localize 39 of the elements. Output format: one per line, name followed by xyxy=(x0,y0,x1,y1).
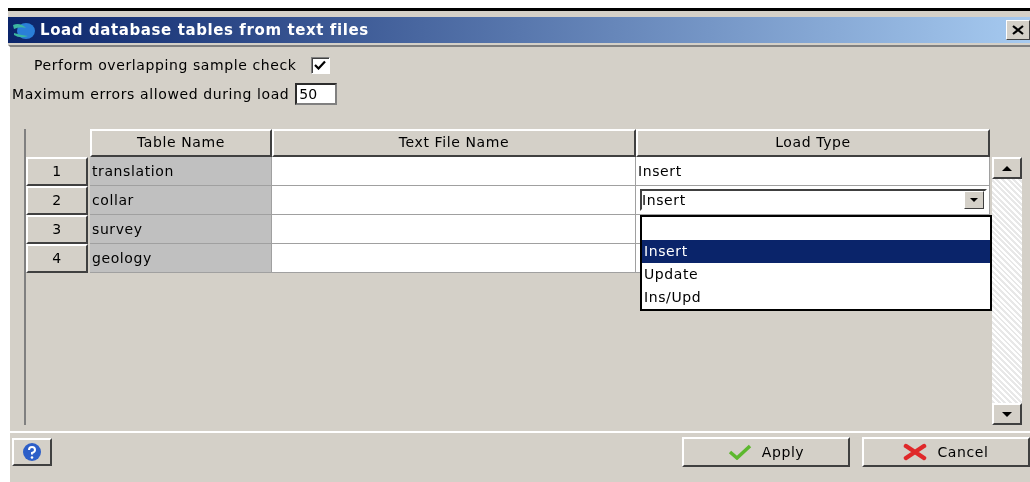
load-type-dropdown[interactable]: Insert xyxy=(640,189,987,211)
globe-icon xyxy=(12,20,36,40)
cancel-button[interactable]: Cancel xyxy=(862,437,1030,467)
table-cell[interactable]: Insert xyxy=(636,157,990,186)
table-cell[interactable] xyxy=(272,157,636,186)
help-button[interactable] xyxy=(12,438,52,466)
table-cell: collar xyxy=(90,186,272,215)
checkbox[interactable] xyxy=(310,56,330,74)
scroll-down-button[interactable] xyxy=(992,403,1022,425)
down-arrow-icon xyxy=(1002,411,1012,417)
row-header[interactable]: 4 xyxy=(26,244,88,273)
table-cell: geology xyxy=(90,244,272,273)
close-icon xyxy=(1012,25,1024,35)
row-header[interactable]: 1 xyxy=(26,157,88,186)
dropdown-option[interactable]: Insert xyxy=(642,240,990,263)
option-label: Maximum errors allowed during load xyxy=(12,86,290,102)
window-title: Load database tables from text files xyxy=(40,21,370,39)
dropdown-option[interactable]: Ins/Upd xyxy=(642,286,990,309)
apply-button[interactable]: Apply xyxy=(682,437,850,467)
vertical-scrollbar[interactable] xyxy=(992,157,1022,425)
scroll-up-button[interactable] xyxy=(992,157,1022,179)
checkmark-icon xyxy=(727,444,752,460)
up-arrow-icon xyxy=(1002,165,1012,171)
close-button[interactable] xyxy=(1006,20,1030,40)
column-header[interactable]: Table Name xyxy=(90,129,272,157)
table-cell[interactable] xyxy=(272,244,636,273)
table-cell: translation xyxy=(90,157,272,186)
option-label: Perform overlapping sample check xyxy=(34,57,297,73)
input-field[interactable]: 50 xyxy=(295,83,338,105)
row-header[interactable]: 3 xyxy=(26,215,88,244)
dropdown-option[interactable]: Update xyxy=(642,263,990,286)
table-cell[interactable] xyxy=(272,186,636,215)
table-cell[interactable] xyxy=(272,215,636,244)
column-header[interactable]: Text File Name xyxy=(272,129,636,157)
row-header[interactable]: 2 xyxy=(26,186,88,215)
column-header[interactable]: Load Type xyxy=(636,129,990,157)
cross-icon xyxy=(903,443,928,461)
help-icon xyxy=(22,442,42,462)
table-cell: survey xyxy=(90,215,272,244)
